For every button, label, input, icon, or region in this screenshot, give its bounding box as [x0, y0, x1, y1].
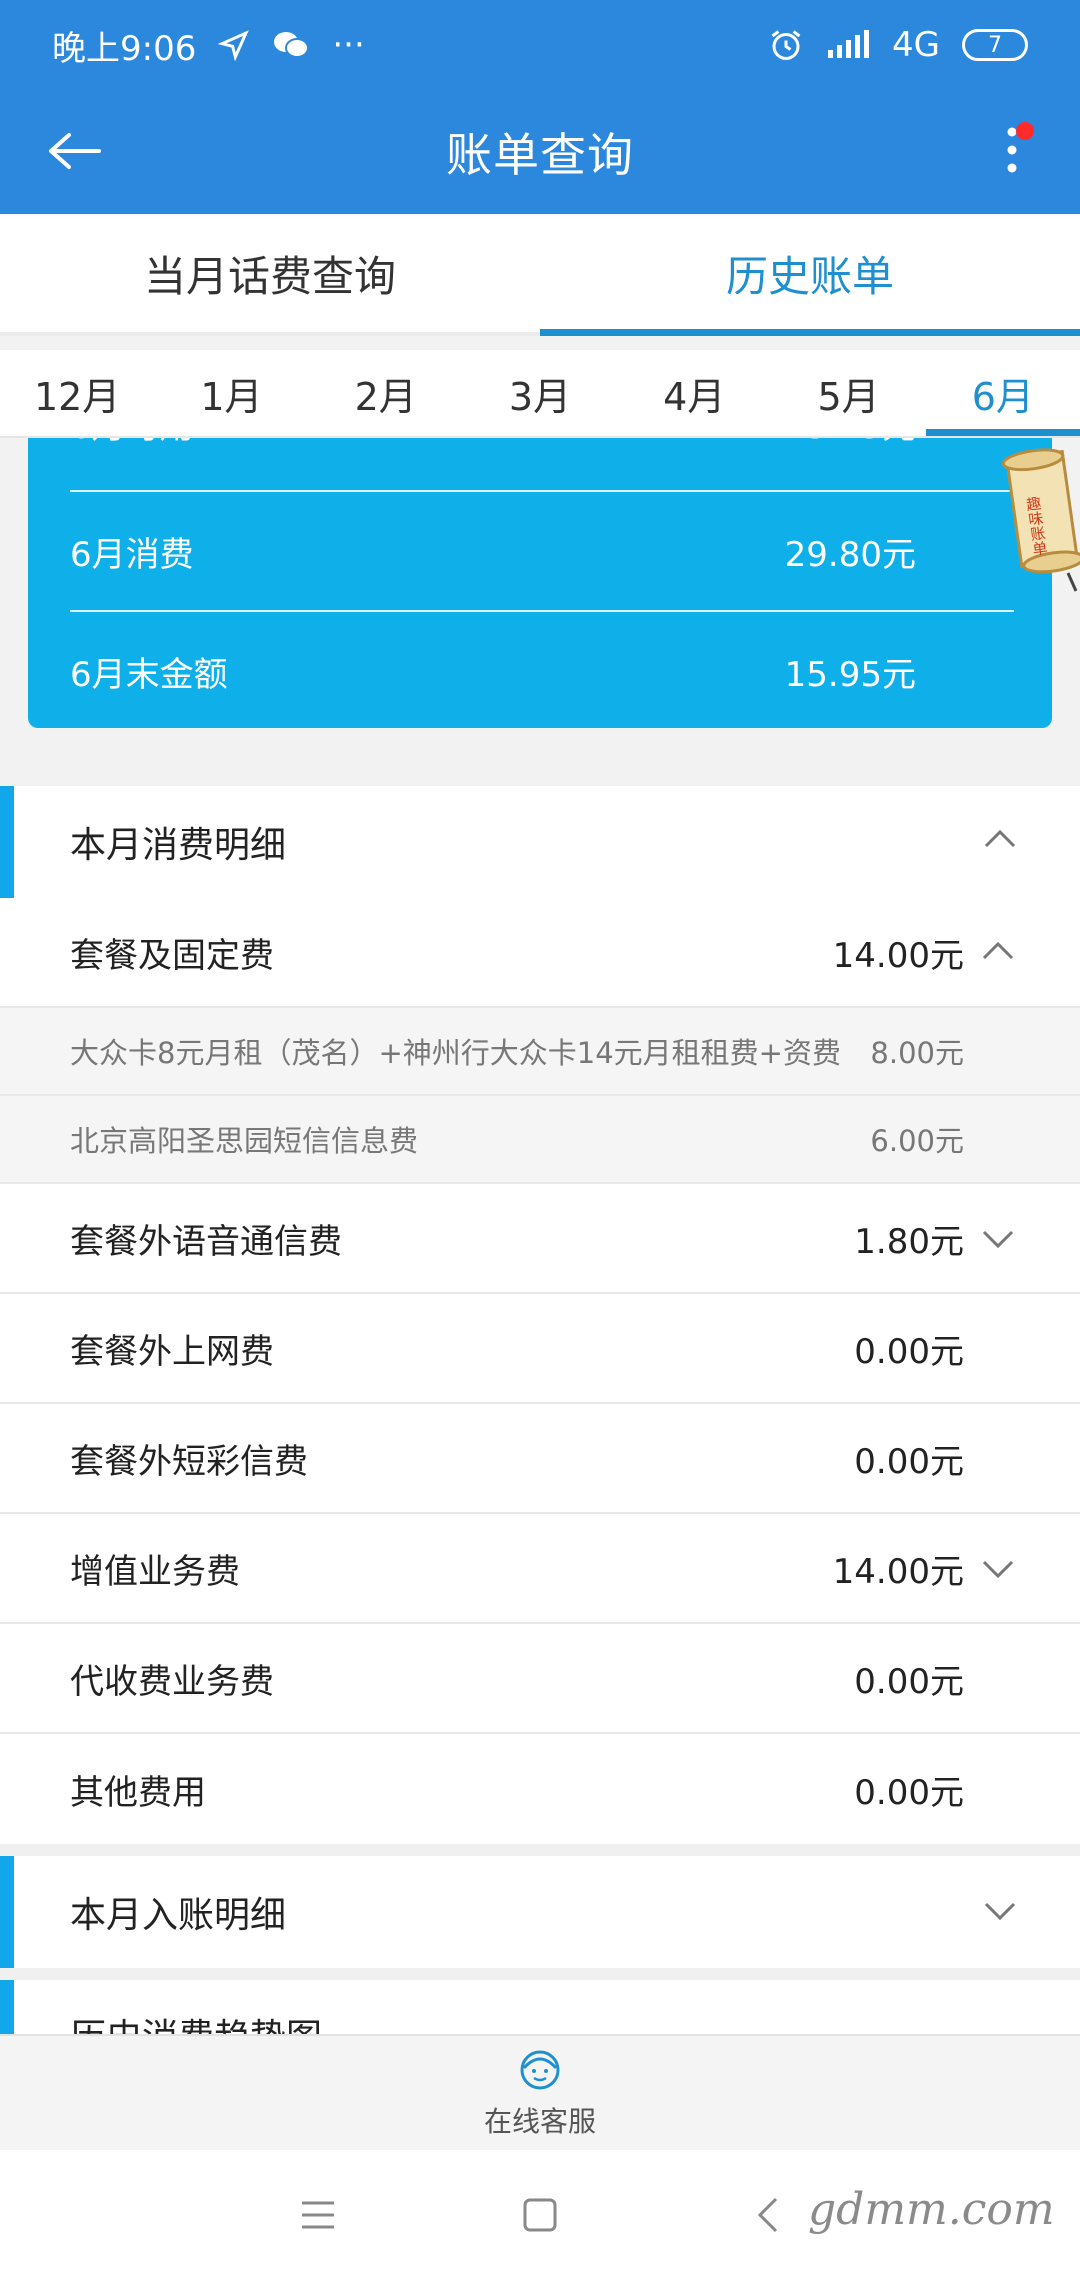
- notification-dot: [1016, 122, 1034, 140]
- detail-row-value-added-fee[interactable]: 增值业务费 14.00元: [0, 1514, 1080, 1624]
- detail-row-collection-fee: 代收费业务费 0.00元: [0, 1624, 1080, 1734]
- page-title: 账单查询: [446, 128, 634, 182]
- nav-back-button[interactable]: [748, 2195, 788, 2235]
- summary-row-consumption: 6月消费 29.80元: [70, 492, 982, 610]
- detail-label: 其他费用: [70, 1772, 206, 1813]
- detail-label: 增值业务费: [70, 1551, 240, 1592]
- home-button[interactable]: [520, 2195, 560, 2235]
- section-title: 本月消费明细: [70, 825, 287, 866]
- month-tab-5[interactable]: 5月: [771, 350, 925, 436]
- month-tab-4[interactable]: 4月: [617, 350, 771, 436]
- alarm-icon: [771, 30, 801, 60]
- detail-amount: 0.00元: [854, 1441, 964, 1482]
- subitem-label: 大众卡8元月租（茂名）+神州行大众卡14元月租租费+资费: [70, 1036, 841, 1070]
- watermark: gdmm.com: [808, 2184, 1055, 2235]
- summary-amount: 15.95元: [784, 654, 916, 695]
- month-tab-12[interactable]: 12月: [0, 350, 154, 436]
- tab-history-bill[interactable]: 历史账单: [540, 214, 1080, 336]
- section-gap: [0, 1844, 1080, 1856]
- summary-label: 6月末金额: [70, 654, 228, 695]
- bill-summary-card: 6月可用 45.75元 6月消费 29.80元 6月末金额 15.95元: [28, 438, 1052, 728]
- chevron-down-icon: [978, 1548, 1018, 1588]
- section-trend-chart[interactable]: 历史消费趋势图: [0, 1980, 1080, 2040]
- month-tab-1[interactable]: 1月: [154, 350, 308, 436]
- chevron-down-icon: [978, 1218, 1018, 1258]
- chevron-left-icon: [757, 2197, 778, 2233]
- home-square-icon: [523, 2198, 557, 2232]
- more-menu-button[interactable]: [982, 110, 1042, 190]
- customer-service-icon: [520, 2050, 560, 2090]
- detail-amount: 14.00元: [832, 935, 964, 976]
- bill-detail-list: 本月消费明细 套餐及固定费 14.00元 大众卡8元月租（茂名）+神州行大众卡1…: [0, 786, 1080, 2040]
- tab-current-month[interactable]: 当月话费查询: [0, 214, 540, 332]
- detail-amount: 14.00元: [832, 1551, 964, 1592]
- detail-amount: 1.80元: [854, 1221, 964, 1262]
- summary-label: 6月可用: [70, 438, 194, 448]
- chevron-up-icon: [978, 932, 1018, 972]
- detail-row-sms-fee: 套餐外短彩信费 0.00元: [0, 1404, 1080, 1514]
- summary-row-balance: 6月末金额 15.95元: [70, 612, 982, 728]
- summary-amount: 29.80元: [784, 534, 916, 575]
- month-tab-6[interactable]: 6月: [925, 350, 1080, 436]
- back-arrow-icon: [49, 133, 101, 169]
- month-selector: 12月 1月 2月 3月 4月 5月 6月: [0, 350, 1080, 438]
- location-icon: [218, 30, 250, 61]
- section-income-detail[interactable]: 本月入账明细: [0, 1856, 1080, 1968]
- chevron-down-icon: [982, 1892, 1018, 1937]
- detail-row-other-fee: 其他费用 0.00元: [0, 1734, 1080, 1844]
- online-service-button[interactable]: 在线客服: [0, 2034, 1080, 2150]
- subitem-row: 北京高阳圣思园短信信息费 6.00元: [0, 1096, 1080, 1184]
- detail-label: 套餐外短彩信费: [70, 1441, 308, 1482]
- status-bar: 晚上9:06 ··· 4G 7: [0, 0, 1080, 90]
- summary-amount: 45.75元: [785, 438, 916, 448]
- section-gap: [0, 1968, 1080, 1980]
- app-header: 账单查询: [0, 90, 1080, 214]
- detail-label: 代收费业务费: [70, 1661, 274, 1702]
- detail-label: 套餐及固定费: [70, 935, 274, 976]
- back-button[interactable]: [40, 116, 110, 186]
- detail-row-data-fee: 套餐外上网费 0.00元: [0, 1294, 1080, 1404]
- subitem-amount: 8.00元: [870, 1036, 964, 1070]
- detail-row-voice-fee[interactable]: 套餐外语音通信费 1.80元: [0, 1184, 1080, 1294]
- detail-label: 套餐外语音通信费: [70, 1221, 342, 1262]
- signal-icon: [828, 30, 870, 58]
- detail-amount: 0.00元: [854, 1661, 964, 1702]
- subitem-row: 大众卡8元月租（茂名）+神州行大众卡14元月租租费+资费 8.00元: [0, 1008, 1080, 1096]
- detail-label: 套餐外上网费: [70, 1331, 274, 1372]
- scroll-icon: 趣味账单: [1001, 448, 1080, 592]
- subitem-label: 北京高阳圣思园短信信息费: [70, 1124, 419, 1158]
- battery-icon: 7: [962, 29, 1028, 61]
- menu-lines-icon: [302, 2201, 334, 2229]
- detail-row-package-fee[interactable]: 套餐及固定费 14.00元: [0, 898, 1080, 1008]
- summary-label: 6月消费: [70, 534, 194, 575]
- month-tab-3[interactable]: 3月: [463, 350, 617, 436]
- section-accent-bar: [0, 1856, 14, 1968]
- recents-button[interactable]: [298, 2195, 338, 2235]
- detail-amount: 0.00元: [854, 1331, 964, 1372]
- section-consumption-detail[interactable]: 本月消费明细: [0, 786, 1080, 898]
- chevron-up-icon: [982, 822, 1018, 867]
- detail-amount: 0.00元: [854, 1772, 964, 1813]
- wechat-icon: [274, 32, 310, 58]
- bill-tabs: 当月话费查询 历史账单: [0, 214, 1080, 336]
- section-accent-bar: [0, 786, 14, 898]
- status-more-dots: ···: [332, 25, 365, 65]
- subitem-amount: 6.00元: [870, 1124, 964, 1158]
- section-title: 本月入账明细: [70, 1895, 287, 1936]
- online-service-label: 在线客服: [483, 2105, 596, 2138]
- fun-bill-badge[interactable]: 趣味账单: [1000, 445, 1080, 595]
- status-time: 晚上9:06: [52, 28, 197, 69]
- summary-row-available: 6月可用 45.75元: [70, 438, 982, 482]
- network-type: 4G: [892, 25, 940, 65]
- section-accent-bar: [0, 1980, 14, 2040]
- month-tab-2[interactable]: 2月: [309, 350, 463, 436]
